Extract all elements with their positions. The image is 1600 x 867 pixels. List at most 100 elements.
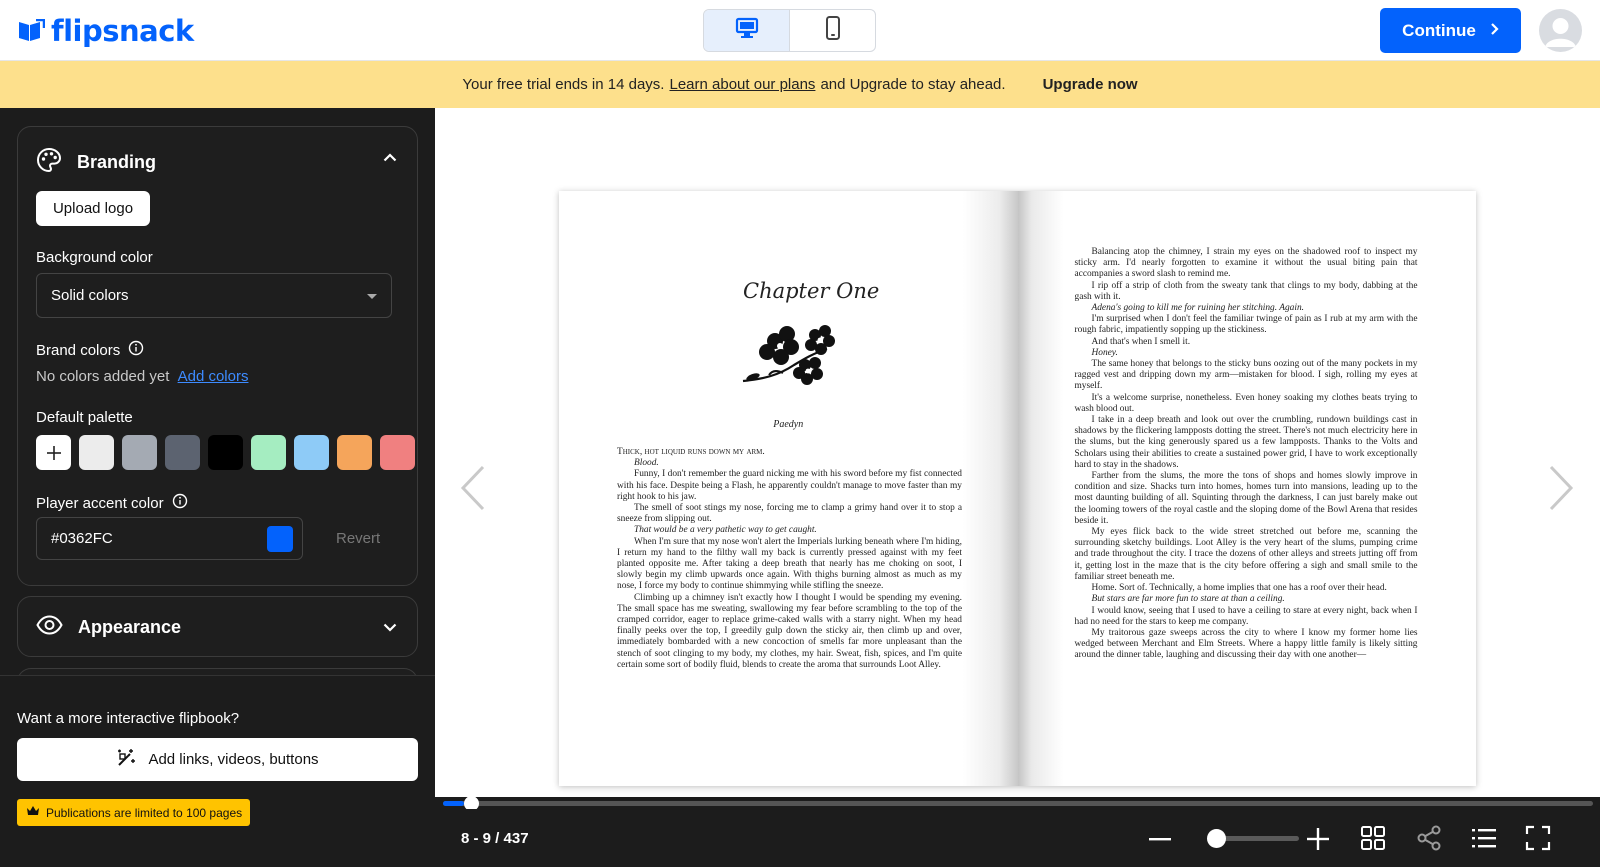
brand-name: flipsnack xyxy=(51,14,194,48)
background-color-label: Background color xyxy=(36,249,153,266)
chevron-down-icon[interactable] xyxy=(383,619,397,637)
page-limit-badge: Publications are limited to 100 pages xyxy=(17,799,250,826)
default-palette xyxy=(36,435,415,470)
add-links-button[interactable]: Add links, videos, buttons xyxy=(17,738,418,781)
book-spread[interactable]: Chapter One Paedyn Thick, hot liquid run… xyxy=(559,191,1476,786)
banner-text-after: and Upgrade to stay ahead. xyxy=(820,76,1006,93)
progress-fill xyxy=(443,801,464,806)
zoom-handle[interactable] xyxy=(1207,829,1226,848)
page-counter: 8 - 9 / 437 xyxy=(461,830,529,847)
plans-link[interactable]: Learn about our plans xyxy=(669,76,815,93)
palette-swatch[interactable] xyxy=(337,435,372,470)
add-links-label: Add links, videos, buttons xyxy=(148,751,319,768)
book-paragraph: My eyes flick back to the wide street st… xyxy=(1074,527,1418,582)
accent-color-label: Player accent color xyxy=(36,494,164,512)
book-paragraph: The same honey that belongs to the stick… xyxy=(1074,359,1418,392)
left-page[interactable]: Chapter One Paedyn Thick, hot liquid run… xyxy=(559,191,1018,786)
chevron-right-icon xyxy=(1490,21,1499,41)
info-icon[interactable] xyxy=(172,493,188,513)
branding-title: Branding xyxy=(77,152,156,172)
background-color-value: Solid colors xyxy=(51,287,129,304)
accent-color-row: Player accent color xyxy=(36,493,188,513)
brand-colors-label: Brand colors xyxy=(36,341,121,359)
logo[interactable]: flipsnack xyxy=(17,14,194,48)
palette-swatch[interactable] xyxy=(251,435,286,470)
upgrade-now-link[interactable]: Upgrade now xyxy=(1043,76,1138,93)
palette-swatch[interactable] xyxy=(165,435,200,470)
device-toggle xyxy=(703,9,876,52)
interactive-question: Want a more interactive flipbook? xyxy=(17,710,240,727)
progress-track[interactable] xyxy=(443,796,1593,811)
zoom-in-icon[interactable] xyxy=(1306,827,1330,856)
chapter-title: Chapter One xyxy=(743,279,880,303)
book-paragraph: It's a welcome surprise, nonetheless. Ev… xyxy=(1074,392,1418,414)
book-paragraph: Blood. xyxy=(634,458,659,469)
palette-swatch[interactable] xyxy=(208,435,243,470)
appearance-header[interactable]: Appearance xyxy=(36,615,181,640)
book-paragraph: I would know, seeing that I used to have… xyxy=(1074,605,1418,627)
banner-text: Your free trial ends in 14 days. xyxy=(462,76,665,93)
toc-icon[interactable] xyxy=(1471,826,1497,855)
book-paragraph: But stars are far more fun to stare at t… xyxy=(1091,594,1285,605)
branding-section: Branding Upload logo Background color So… xyxy=(17,126,418,586)
continue-button[interactable]: Continue xyxy=(1380,8,1521,53)
book-paragraph: Climbing up a chimney isn't exactly how … xyxy=(617,592,962,670)
sidebar-footer: Want a more interactive flipbook? Add li… xyxy=(0,675,435,867)
book-paragraph: And that's when I smell it. xyxy=(1091,336,1191,347)
book-paragraph: When I'm sure that my nose won't alert t… xyxy=(617,536,962,592)
opening-line: Thick, hot liquid runs down my arm. xyxy=(617,447,765,457)
palette-swatch[interactable] xyxy=(294,435,329,470)
author-name: Paedyn xyxy=(773,419,804,430)
book-paragraph: Funny, I don't remember the guard nickin… xyxy=(617,469,962,502)
left-page-text: Thick, hot liquid runs down my arm. Bloo… xyxy=(617,447,962,671)
desktop-icon xyxy=(735,17,759,44)
mobile-icon xyxy=(825,16,841,45)
grid-icon[interactable] xyxy=(1360,825,1386,856)
page-progress xyxy=(435,796,1600,811)
accent-color-input[interactable]: #0362FC xyxy=(36,517,303,560)
brand-colors-empty-row: No colors added yet Add colors xyxy=(36,368,248,385)
right-page[interactable]: Balancing atop the chimney, I strain my … xyxy=(1017,191,1476,786)
zoom-out-icon[interactable] xyxy=(1148,827,1172,856)
add-colors-link[interactable]: Add colors xyxy=(178,368,249,385)
crown-icon xyxy=(26,805,40,820)
palette-swatch[interactable] xyxy=(79,435,114,470)
book-paragraph: Honey. xyxy=(1091,347,1118,358)
user-avatar[interactable] xyxy=(1539,9,1582,52)
accent-color-chip[interactable] xyxy=(267,526,293,552)
book-paragraph: Farther from the slums, the more the ton… xyxy=(1074,471,1418,526)
palette-icon xyxy=(36,147,62,178)
chevron-up-icon[interactable] xyxy=(383,149,397,167)
continue-label: Continue xyxy=(1402,20,1476,40)
background-color-select[interactable]: Solid colors xyxy=(36,273,392,318)
book-paragraph: The smell of soot stings my nose, forcin… xyxy=(617,503,962,525)
palette-swatch[interactable] xyxy=(122,435,157,470)
desktop-view-button[interactable] xyxy=(704,10,790,51)
default-palette-label: Default palette xyxy=(36,409,133,426)
book-paragraph: Adena's going to kill me for ruining her… xyxy=(1091,303,1305,314)
settings-sidebar: Branding Upload logo Background color So… xyxy=(0,108,435,867)
player-controls: 8 - 9 / 437 xyxy=(435,809,1600,867)
magic-wand-icon xyxy=(116,748,136,772)
fullscreen-icon[interactable] xyxy=(1525,825,1551,856)
flipbook-viewer: Chapter One Paedyn Thick, hot liquid run… xyxy=(435,108,1600,805)
top-bar: flipsnack Continue xyxy=(0,0,1600,61)
info-icon[interactable] xyxy=(128,340,144,360)
previous-page-arrow-icon[interactable] xyxy=(459,465,487,516)
revert-button[interactable]: Revert xyxy=(336,530,380,547)
book-paragraph: I take in a deep breath and look out ove… xyxy=(1074,415,1418,470)
mobile-view-button[interactable] xyxy=(790,10,875,51)
branding-header[interactable]: Branding xyxy=(36,147,156,178)
palette-swatch[interactable] xyxy=(380,435,415,470)
book-paragraph: Balancing atop the chimney, I strain my … xyxy=(1074,247,1418,280)
add-swatch-button[interactable] xyxy=(36,435,71,470)
zoom-slider[interactable] xyxy=(1207,829,1299,848)
brand-colors-empty-text: No colors added yet xyxy=(36,368,170,385)
share-icon[interactable] xyxy=(1416,825,1442,856)
next-page-arrow-icon[interactable] xyxy=(1547,465,1575,516)
caret-down-icon xyxy=(367,294,377,299)
trial-banner: Your free trial ends in 14 days. Learn a… xyxy=(0,61,1600,108)
right-page-text: Balancing atop the chimney, I strain my … xyxy=(1075,247,1418,662)
book-paragraph: I rip off a strip of cloth from the swea… xyxy=(1074,280,1418,302)
upload-logo-button[interactable]: Upload logo xyxy=(36,191,150,226)
